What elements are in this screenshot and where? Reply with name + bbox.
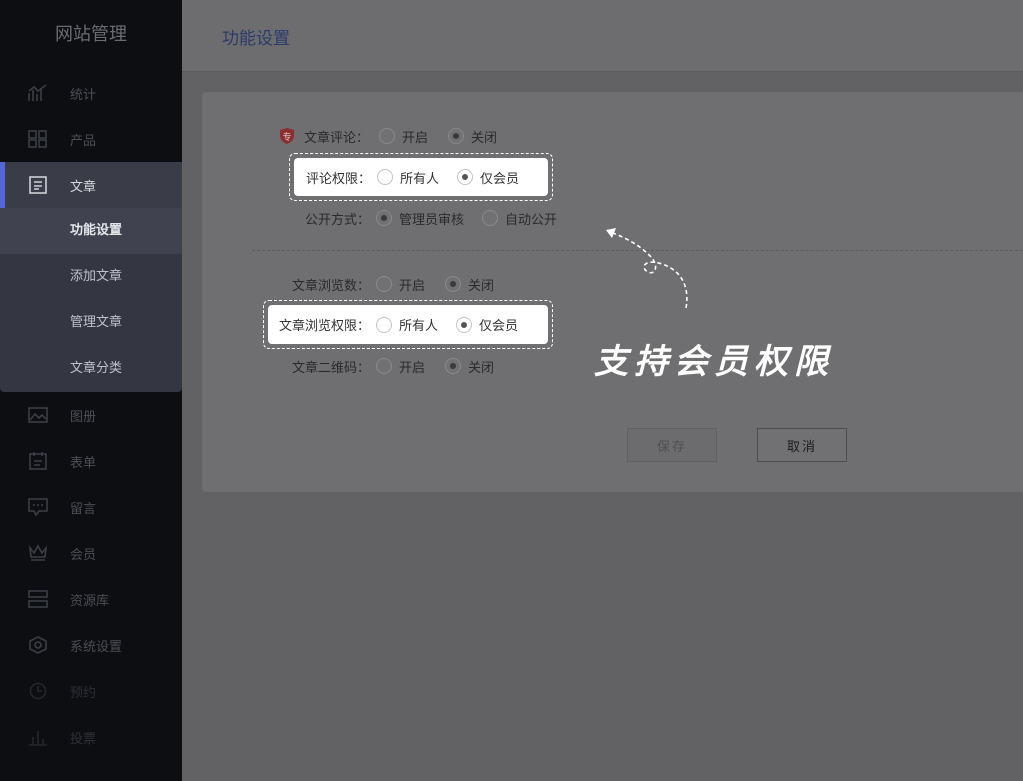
submenu-item-settings[interactable]: 功能设置 (0, 208, 182, 254)
comment-on-radio[interactable]: 开启 (379, 127, 428, 146)
sidebar-item-system-settings[interactable]: 系统设置 (0, 622, 182, 668)
sidebar-item-label: 会员 (70, 547, 97, 563)
comment-permission-highlight: 评论权限： 所有人 仅会员 (289, 153, 553, 201)
promo-caption: 支持会员权限 (594, 342, 834, 382)
svg-text:专: 专 (282, 131, 291, 143)
sidebar-item-label: 预约 (70, 685, 97, 701)
curved-arrow-icon (606, 228, 688, 309)
sidebar-item-vote[interactable]: 投票 (0, 714, 182, 760)
comment-label: 文章评论： (304, 130, 370, 146)
save-button[interactable]: 保存 (627, 428, 717, 462)
sidebar-item-articles[interactable]: 文章 (0, 162, 182, 208)
sidebar-item-resources[interactable]: 资源库 (0, 576, 182, 622)
sidebar-item-forms[interactable]: 表单 (0, 438, 182, 484)
sidebar-item-members[interactable]: 会员 (0, 530, 182, 576)
page-title: 功能设置 (222, 29, 290, 49)
view-permission-highlight: 文章浏览权限： 所有人 仅会员 (263, 300, 553, 349)
comment-row: 专 文章评论： 开启 关闭 (278, 124, 497, 148)
sidebar-item-label: 表单 (70, 455, 97, 471)
publish-row: 公开方式： 管理员审核 自动公开 (305, 206, 557, 230)
sidebar-item-label: 统计 (70, 87, 97, 103)
sidebar-item-messages[interactable]: 留言 (0, 484, 182, 530)
comment-permission-all-radio[interactable]: 所有人 (377, 168, 439, 187)
qrcode-on-radio[interactable]: 开启 (376, 357, 425, 376)
sidebar-item-products[interactable]: 产品 (0, 116, 182, 162)
image-icon (28, 406, 48, 424)
views-off-radio[interactable]: 关闭 (445, 275, 494, 294)
sidebar-item-label: 产品 (70, 133, 97, 149)
view-permission-label: 文章浏览权限： (279, 319, 371, 334)
publish-label: 公开方式： (305, 212, 371, 228)
sidebar-item-label: 留言 (70, 501, 97, 517)
pro-badge-icon: 专 (280, 128, 294, 144)
sidebar-item-label: 投票 (70, 731, 97, 747)
sidebar-item-label: 图册 (70, 409, 97, 425)
sidebar: 网站管理 统计 产品 文章 功能设置 添加文章 管理文章 文章分类 图册 表单 (0, 0, 182, 781)
sidebar-item-label: 资源库 (70, 593, 110, 609)
submenu-item-manage[interactable]: 管理文章 (0, 300, 182, 346)
publish-admin-radio[interactable]: 管理员审核 (376, 209, 464, 228)
settings-icon (28, 636, 48, 654)
view-permission-member-radio[interactable]: 仅会员 (456, 315, 518, 334)
comment-permission-member-radio[interactable]: 仅会员 (457, 168, 519, 187)
comment-off-radio[interactable]: 关闭 (448, 127, 497, 146)
grid-icon (28, 130, 48, 148)
views-on-radio[interactable]: 开启 (376, 275, 425, 294)
qrcode-off-radio[interactable]: 关闭 (445, 357, 494, 376)
view-permission-all-radio[interactable]: 所有人 (376, 315, 438, 334)
sidebar-item-label: 文章 (70, 179, 97, 195)
views-row: 文章浏览数： 开启 关闭 (292, 272, 494, 296)
article-submenu: 功能设置 添加文章 管理文章 文章分类 (0, 208, 182, 392)
submenu-item-add[interactable]: 添加文章 (0, 254, 182, 300)
sidebar-item-booking[interactable]: 预约 (0, 668, 182, 714)
sidebar-item-label: 系统设置 (70, 639, 123, 655)
storage-icon (28, 590, 48, 608)
message-icon (28, 498, 48, 516)
comment-permission-label: 评论权限： (306, 171, 372, 187)
cancel-button[interactable]: 取消 (757, 428, 847, 462)
chart-icon (28, 84, 48, 102)
article-icon (28, 176, 48, 194)
views-label: 文章浏览数： (292, 278, 371, 294)
vote-icon (28, 728, 48, 746)
sidebar-item-stats[interactable]: 统计 (0, 70, 182, 116)
brand-title: 网站管理 (55, 24, 127, 45)
submenu-item-categories[interactable]: 文章分类 (0, 346, 182, 392)
crown-icon (28, 544, 48, 562)
qrcode-row: 文章二维码： 开启 关闭 (292, 354, 494, 378)
sidebar-item-gallery[interactable]: 图册 (0, 392, 182, 438)
clock-icon (28, 682, 48, 700)
qrcode-label: 文章二维码： (292, 360, 371, 376)
form-icon (28, 452, 48, 470)
header-bar: 功能设置 (182, 0, 1023, 72)
publish-auto-radio[interactable]: 自动公开 (482, 209, 557, 228)
